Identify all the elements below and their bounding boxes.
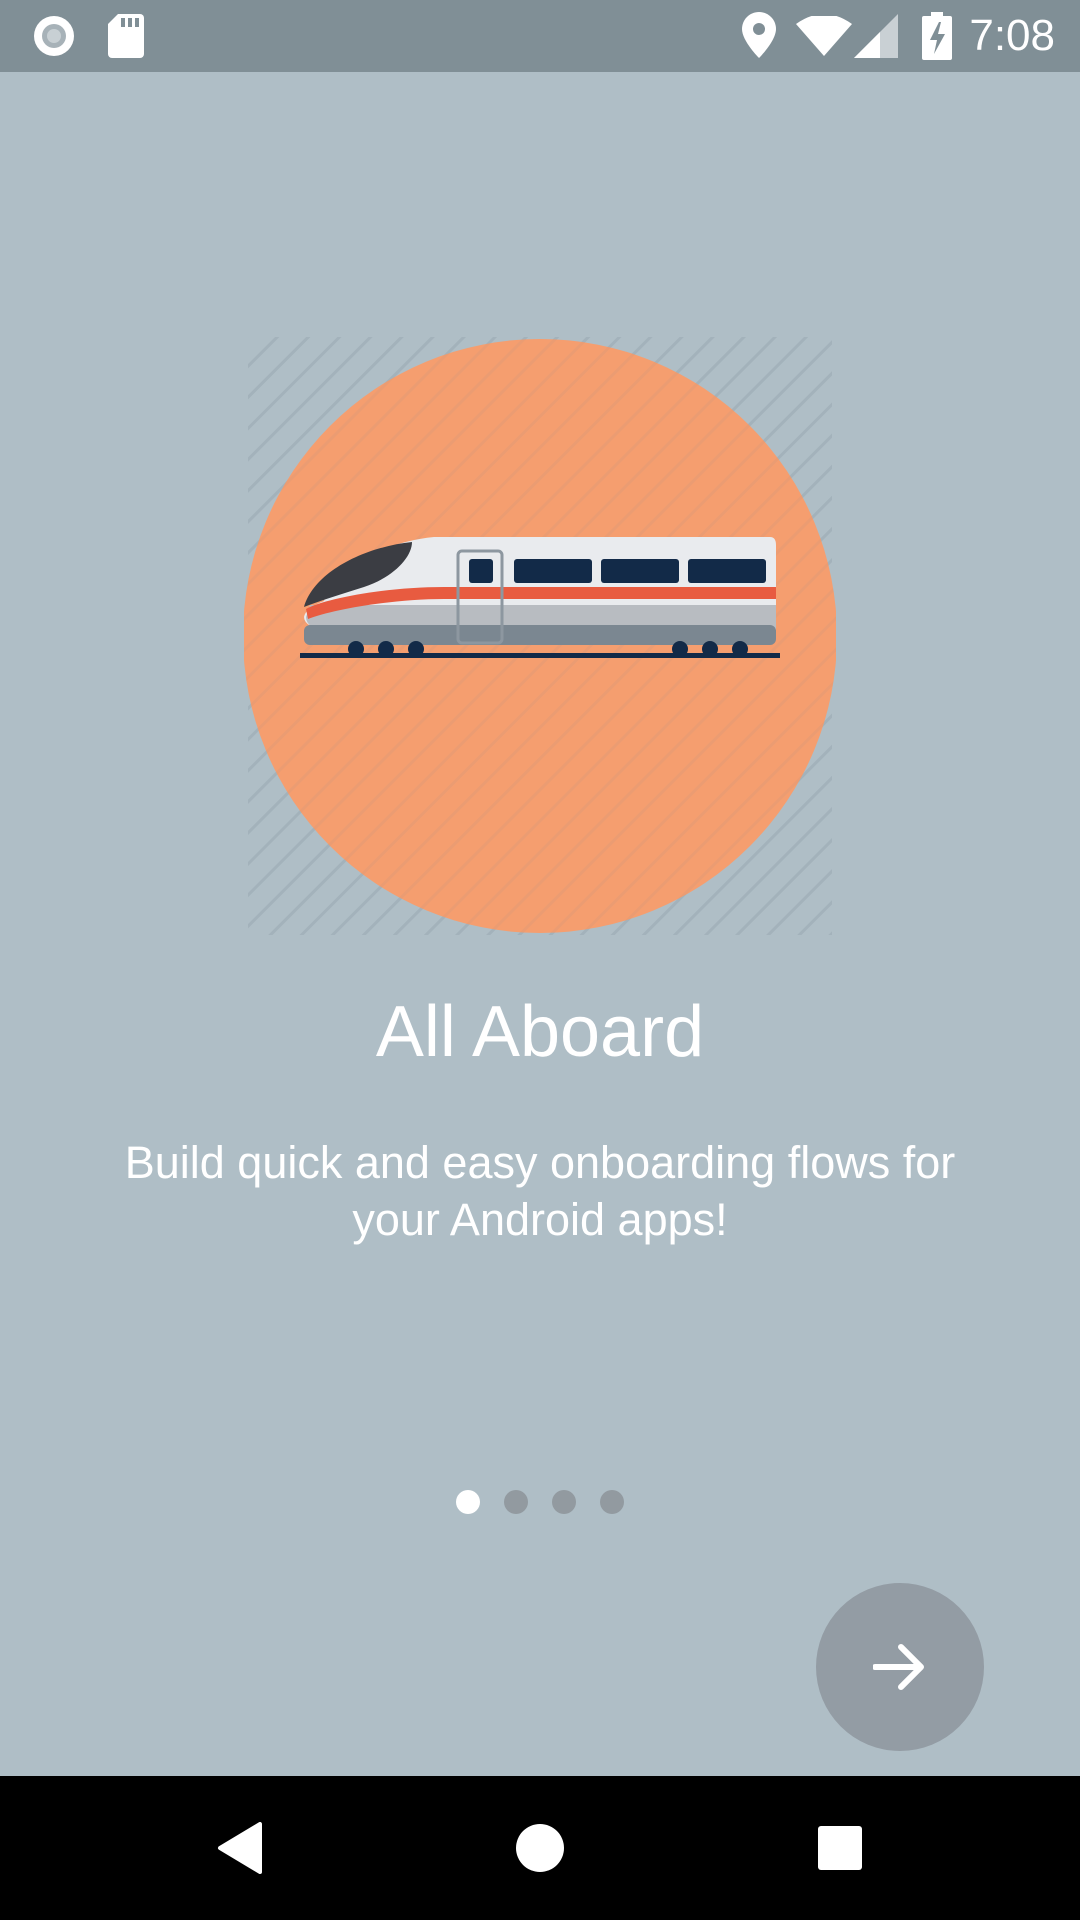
page-indicator-dot[interactable] (600, 1490, 624, 1514)
onboarding-title: All Aboard (375, 992, 705, 1072)
sd-card-icon (108, 14, 144, 58)
navigation-bar (0, 1776, 1080, 1920)
cell-signal-icon (854, 14, 898, 58)
back-icon (218, 1822, 262, 1874)
battery-charging-icon (922, 12, 952, 60)
recents-button[interactable] (760, 1776, 920, 1920)
home-button[interactable] (460, 1776, 620, 1920)
page-indicator (0, 1490, 1080, 1520)
page-indicator-dot-active[interactable] (456, 1490, 480, 1514)
onboarding-page: All Aboard Build quick and easy onboardi… (0, 72, 1080, 1776)
status-bar: 7:08 (0, 0, 1080, 72)
back-button[interactable] (160, 1776, 320, 1920)
location-icon (742, 12, 776, 58)
train-illustration (244, 337, 836, 935)
status-time: 7:08 (969, 11, 1055, 60)
onboarding-description: Build quick and easy onboarding flows fo… (124, 1137, 956, 1245)
page-indicator-dot[interactable] (504, 1490, 528, 1514)
home-icon (516, 1824, 564, 1872)
arrow-right-icon (873, 1644, 924, 1690)
recents-icon (818, 1826, 862, 1870)
page-indicator-dot[interactable] (552, 1490, 576, 1514)
record-icon (34, 16, 74, 56)
wifi-icon (796, 16, 852, 56)
next-button[interactable] (816, 1583, 984, 1751)
